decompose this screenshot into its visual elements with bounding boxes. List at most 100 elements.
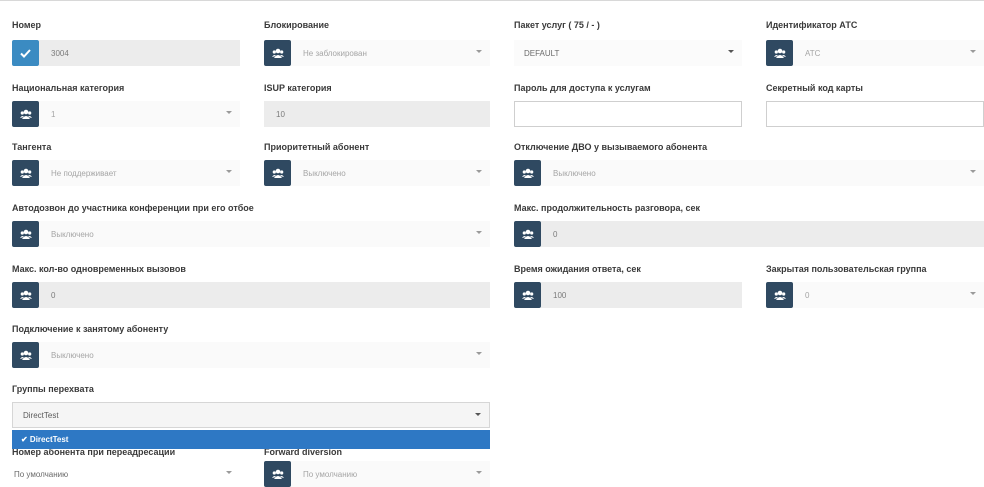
national-category-control: 1 [12,101,240,127]
closed-user-group-select[interactable]: 0 [793,282,984,308]
service-package-select[interactable]: DEFAULT [514,40,742,66]
chevron-down-icon [476,471,482,474]
users-icon [773,290,786,300]
service-password-input[interactable] [514,101,742,127]
answer-wait-control: 100 [514,282,742,308]
isup-category-label: ISUP категория [264,83,332,93]
blocking-control: Не заблокирован [264,40,490,66]
chevron-down-icon [226,170,232,173]
users-icon [19,290,32,300]
tangent-control: Не поддерживает [12,160,240,186]
isup-category-input[interactable]: 10 [264,101,490,127]
service-package-control: DEFAULT [514,40,742,66]
busy-connect-button[interactable] [12,342,39,368]
conf-autodial-label: Автодозвон до участника конференции при … [12,203,254,213]
chevron-down-icon [476,231,482,234]
isup-category-control: 10 [264,101,490,127]
conf-autodial-select[interactable]: Выключено [39,221,490,247]
conf-autodial-button[interactable] [12,221,39,247]
national-category-label: Национальная категория [12,83,125,93]
pickup-groups-label: Группы перехвата [12,384,94,394]
check-icon [20,48,31,58]
chevron-down-icon [475,413,481,416]
blocking-label: Блокирование [264,20,329,30]
conf-autodial-control: Выключено [12,221,490,247]
chevron-down-icon [728,50,734,53]
users-icon [271,48,284,58]
users-icon [773,48,786,58]
secret-card-code-input[interactable] [766,101,984,127]
users-icon [19,168,32,178]
chevron-down-icon [476,352,482,355]
answer-wait-label: Время ожидания ответа, сек [514,264,641,274]
max-duration-input[interactable]: 0 [541,221,984,247]
tangent-button[interactable] [12,160,39,186]
secret-card-code-control [766,101,984,127]
closed-user-group-button[interactable] [766,282,793,308]
users-icon [521,290,534,300]
closed-user-group-control: 0 [766,282,984,308]
tangent-label: Тангента [12,142,52,152]
chevron-down-icon [970,292,976,295]
bottom-left-select[interactable]: По умолчанию [12,461,240,487]
chevron-down-icon [226,111,232,114]
chevron-down-icon [476,50,482,53]
max-duration-button[interactable] [514,221,541,247]
number-input[interactable]: 3004 [39,40,240,66]
max-calls-input[interactable]: 0 [39,282,490,308]
bottom-left-control: По умолчанию [12,461,240,487]
tangent-select[interactable]: Не поддерживает [39,160,240,186]
answer-wait-button[interactable] [514,282,541,308]
disable-dvo-button[interactable] [514,160,541,186]
users-icon [271,168,284,178]
chevron-down-icon [226,471,232,474]
bottom-mid-select[interactable]: По умолчанию [291,461,490,487]
users-icon [19,229,32,239]
max-calls-label: Макс. кол-во одновременных вызовов [12,264,186,274]
bottom-mid-control: По умолчанию [264,461,490,487]
closed-user-group-label: Закрытая пользовательская группа [766,264,927,274]
number-check-button[interactable] [12,40,39,66]
pbx-id-select[interactable]: АТС [793,40,984,66]
pickup-groups-option-directtest[interactable]: ✔ DirectTest [12,430,490,449]
busy-connect-select[interactable]: Выключено [39,342,490,368]
top-divider [0,0,984,1]
max-calls-button[interactable] [12,282,39,308]
disable-dvo-select[interactable]: Выключено [541,160,984,186]
blocking-select[interactable]: Не заблокирован [291,40,490,66]
national-category-select[interactable]: 1 [39,101,240,127]
priority-subscriber-label: Приоритетный абонент [264,142,370,152]
pickup-groups-control: DirectTest [12,402,490,428]
chevron-down-icon [970,170,976,173]
answer-wait-input[interactable]: 100 [541,282,742,308]
priority-subscriber-control: Выключено [264,160,490,186]
busy-connect-label: Подключение к занятому абоненту [12,324,169,334]
max-duration-control: 0 [514,221,984,247]
users-icon [521,168,534,178]
disable-dvo-label: Отключение ДВО у вызываемого абонента [514,142,708,152]
max-duration-label: Макс. продолжительность разговора, сек [514,203,701,213]
national-category-button[interactable] [12,101,39,127]
max-calls-control: 0 [12,282,490,308]
service-password-label: Пароль для доступа к услугам [514,83,651,93]
pbx-id-button[interactable] [766,40,793,66]
chevron-down-icon [970,50,976,53]
priority-subscriber-button[interactable] [264,160,291,186]
users-icon [271,469,284,479]
priority-subscriber-select[interactable]: Выключено [291,160,490,186]
blocking-button[interactable] [264,40,291,66]
pbx-id-label: Идентификатор АТС [766,20,858,30]
disable-dvo-control: Выключено [514,160,984,186]
service-package-label: Пакет услуг ( 75 / - ) [514,20,600,30]
number-control: 3004 [12,40,240,66]
service-password-control [514,101,742,127]
number-label: Номер [12,20,42,30]
users-icon [19,109,32,119]
pbx-id-control: АТС [766,40,984,66]
secret-card-code-label: Секретный код карты [766,83,863,93]
pickup-groups-select[interactable]: DirectTest [12,402,490,428]
users-icon [521,229,534,239]
bottom-mid-button[interactable] [264,461,291,487]
busy-connect-control: Выключено [12,342,490,368]
chevron-down-icon [476,170,482,173]
